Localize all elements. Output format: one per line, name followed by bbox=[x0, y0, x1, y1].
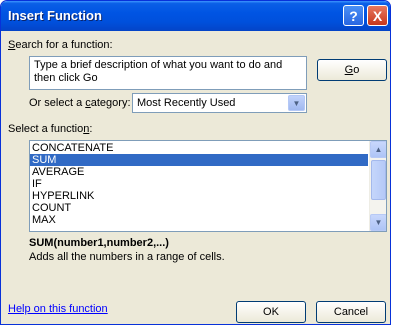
function-item-hyperlink[interactable]: HYPERLINK bbox=[30, 190, 368, 202]
function-item-max[interactable]: MAX bbox=[30, 214, 368, 226]
go-button-accesskey: G bbox=[344, 64, 354, 76]
function-listbox[interactable]: CONCATENATE SUM AVERAGE IF HYPERLINK COU… bbox=[29, 140, 387, 232]
dialog-title: Insert Function bbox=[8, 8, 102, 23]
go-button[interactable]: Go bbox=[317, 59, 387, 81]
insert-function-dialog: Insert Function ? X Search for a functio… bbox=[0, 0, 391, 325]
function-item-if[interactable]: IF bbox=[30, 178, 368, 190]
category-label-prefix: Or select a bbox=[29, 97, 86, 109]
title-bar[interactable]: Insert Function ? X bbox=[1, 1, 390, 31]
function-signature: SUM(number1,number2,...) bbox=[29, 237, 169, 249]
category-selected-value: Most Recently Used bbox=[137, 97, 236, 109]
search-label: Search for a function: bbox=[8, 39, 113, 51]
close-button[interactable]: X bbox=[367, 5, 388, 26]
function-item-sum[interactable]: SUM bbox=[30, 154, 368, 166]
function-description: Adds all the numbers in a range of cells… bbox=[29, 251, 225, 263]
function-list-label-rest: : bbox=[89, 123, 93, 135]
search-input[interactable]: Type a brief description of what you wan… bbox=[29, 56, 307, 90]
help-on-function-link[interactable]: Help on this function bbox=[8, 303, 108, 315]
function-item-count[interactable]: COUNT bbox=[30, 202, 368, 214]
function-list-scrollbar[interactable]: ▲ ▼ bbox=[369, 141, 386, 231]
function-list-label: Select a function: bbox=[8, 123, 92, 135]
function-list-label-prefix: Select a functio bbox=[8, 123, 84, 135]
ok-button[interactable]: OK bbox=[236, 301, 306, 323]
go-button-label: o bbox=[353, 64, 360, 76]
help-icon: ? bbox=[349, 7, 358, 24]
function-item-concatenate[interactable]: CONCATENATE bbox=[30, 142, 368, 154]
function-list-items: CONCATENATE SUM AVERAGE IF HYPERLINK COU… bbox=[30, 142, 368, 226]
scrollbar-thumb[interactable] bbox=[371, 160, 386, 200]
category-dropdown[interactable]: Most Recently Used ▼ bbox=[132, 93, 307, 113]
category-label: Or select a category: bbox=[29, 97, 131, 109]
close-icon: X bbox=[372, 7, 383, 24]
category-label-rest: ategory: bbox=[90, 97, 131, 109]
help-button[interactable]: ? bbox=[343, 5, 364, 26]
cancel-button[interactable]: Cancel bbox=[316, 301, 386, 323]
chevron-down-icon[interactable]: ▼ bbox=[288, 95, 305, 111]
chevron-down-icon[interactable]: ▼ bbox=[370, 214, 386, 231]
function-item-average[interactable]: AVERAGE bbox=[30, 166, 368, 178]
search-label-text: earch for a function: bbox=[15, 39, 113, 51]
chevron-up-icon[interactable]: ▲ bbox=[370, 141, 386, 158]
